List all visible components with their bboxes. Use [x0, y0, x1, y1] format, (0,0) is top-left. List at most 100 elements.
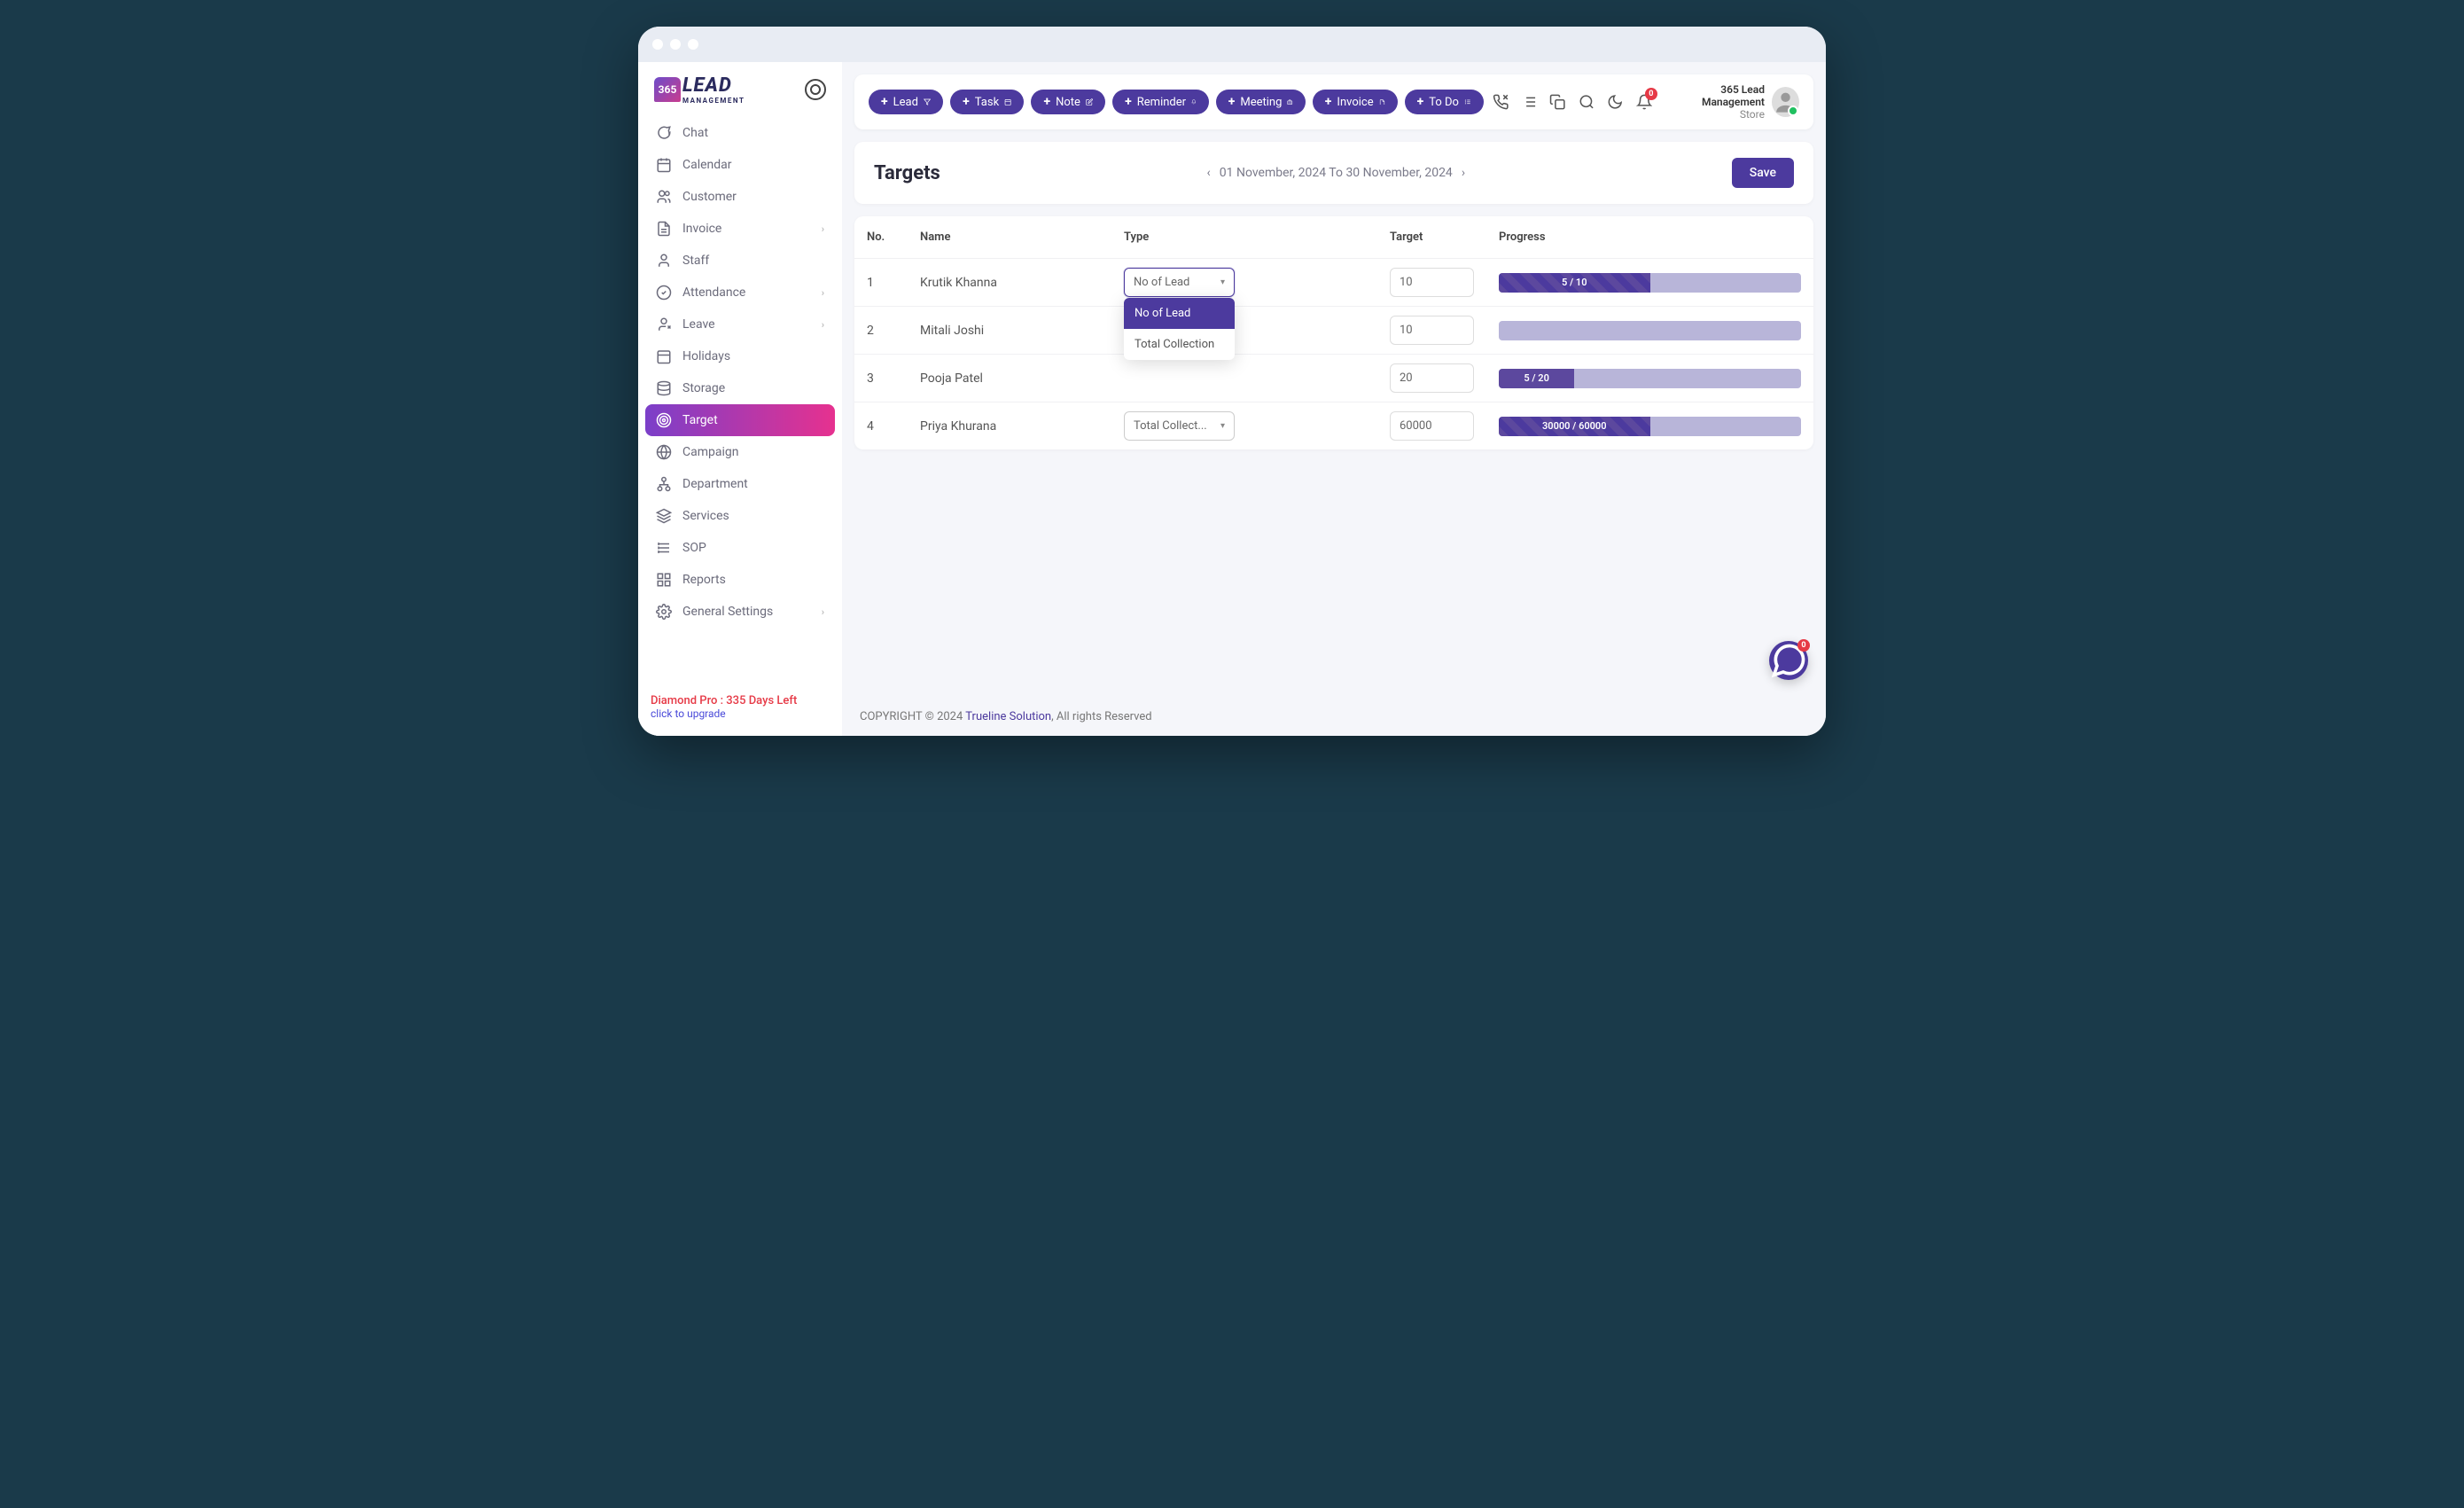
services-icon [656, 508, 672, 524]
target-input[interactable] [1390, 268, 1474, 297]
add-lead-button[interactable]: +Lead [869, 90, 943, 114]
customer-icon [656, 189, 672, 205]
date-range-text: 01 November, 2024 To 30 November, 2024 [1220, 166, 1453, 180]
chevron-right-icon: › [822, 223, 824, 235]
footer-link[interactable]: Trueline Solution [965, 710, 1051, 723]
cell-type [1111, 355, 1377, 402]
save-button[interactable]: Save [1732, 158, 1794, 188]
sidebar-item-label: Target [682, 413, 718, 427]
table-row: 3 Pooja Patel 5 / 20 [854, 355, 1813, 402]
sidebar-item-label: SOP [682, 541, 706, 555]
type-select[interactable]: No of Lead▾ [1124, 268, 1235, 297]
sidebar-item-leave[interactable]: Leave› [645, 309, 835, 340]
plus-icon: + [963, 95, 970, 109]
progress-fill: 30000 / 60000 [1499, 417, 1650, 436]
storage-icon [656, 380, 672, 396]
add-invoice-button[interactable]: + Invoice [1313, 90, 1398, 114]
progress-label: 30000 / 60000 [1542, 420, 1607, 432]
sidebar-item-calendar[interactable]: Calendar [645, 149, 835, 181]
cell-name: Priya Khurana [908, 402, 1111, 450]
sidebar-item-reports[interactable]: Reports [645, 564, 835, 596]
sidebar-item-department[interactable]: Department [645, 468, 835, 500]
progress-bar: 5 / 10 [1499, 273, 1801, 293]
cell-no: 3 [854, 355, 908, 402]
pill-label: Meeting [1240, 96, 1282, 109]
plus-icon: + [1325, 95, 1332, 109]
type-select[interactable]: Total Collect...▾ [1124, 411, 1235, 441]
cell-progress [1486, 307, 1813, 355]
sidebar-item-sop[interactable]: SOP [645, 532, 835, 564]
sidebar-item-label: Calendar [682, 158, 732, 172]
target-input[interactable] [1390, 411, 1474, 441]
chevron-right-icon: › [822, 606, 824, 618]
target-input[interactable] [1390, 363, 1474, 393]
sidebar-collapse-button[interactable] [805, 79, 826, 100]
date-next-icon[interactable]: › [1462, 166, 1465, 180]
chat-fab[interactable]: 0 [1769, 641, 1808, 680]
table-row: 2 Mitali Joshi [854, 307, 1813, 355]
progress-label: 5 / 20 [1524, 372, 1549, 384]
list-icon[interactable] [1521, 93, 1537, 111]
sidebar-item-label: General Settings [682, 605, 773, 619]
cell-type: No of Lead▾ No of Lead Total Collection [1111, 259, 1377, 307]
progress-fill: 5 / 20 [1499, 369, 1574, 388]
sidebar-item-staff[interactable]: Staff [645, 245, 835, 277]
checklist-icon [1464, 98, 1471, 105]
sidebar-item-holidays[interactable]: Holidays [645, 340, 835, 372]
dropdown-option[interactable]: No of Lead [1124, 298, 1235, 329]
sidebar-item-label: Chat [682, 126, 708, 140]
sidebar-item-services[interactable]: Services [645, 500, 835, 532]
copy-icon[interactable] [1549, 93, 1565, 111]
target-icon [656, 412, 672, 428]
reports-icon [656, 572, 672, 588]
campaign-icon [656, 444, 672, 460]
pill-label: Invoice [1337, 96, 1373, 109]
sidebar-item-attendance[interactable]: Attendance› [645, 277, 835, 309]
cell-target [1377, 307, 1486, 355]
leave-icon [656, 316, 672, 332]
plus-icon: + [881, 95, 888, 109]
targets-table: No. Name Type Target Progress 1 Krutik K… [854, 216, 1813, 449]
add-note-button[interactable]: +Note [1031, 90, 1105, 114]
sidebar-item-storage[interactable]: Storage [645, 372, 835, 404]
sidebar-item-customer[interactable]: Customer [645, 181, 835, 213]
dark-mode-icon[interactable] [1607, 93, 1623, 111]
dropdown-option[interactable]: Total Collection [1124, 329, 1235, 360]
user-role: Store [1665, 108, 1765, 121]
sidebar-item-label: Services [682, 509, 729, 523]
user-name: 365 Lead Management [1665, 83, 1765, 108]
logo: 365 LEAD MANAGEMENT [654, 74, 745, 105]
avatar[interactable] [1772, 87, 1799, 117]
window-dot [670, 39, 681, 50]
add-to-do-button[interactable]: +To Do [1405, 90, 1484, 114]
department-icon [656, 476, 672, 492]
missed-call-icon[interactable] [1493, 93, 1509, 111]
sidebar-item-general-settings[interactable]: General Settings › [645, 596, 835, 628]
target-input[interactable] [1390, 316, 1474, 345]
window-dot [688, 39, 698, 50]
upgrade-link[interactable]: click to upgrade [651, 707, 830, 720]
date-prev-icon[interactable]: ‹ [1207, 166, 1211, 180]
type-dropdown: No of Lead Total Collection [1124, 298, 1235, 360]
date-range-picker[interactable]: ‹ 01 November, 2024 To 30 November, 2024… [1207, 166, 1466, 180]
calendar-icon [656, 157, 672, 173]
progress-label: 5 / 10 [1562, 277, 1587, 288]
notifications-icon[interactable]: 0 [1636, 93, 1652, 111]
cell-no: 4 [854, 402, 908, 450]
cell-name: Mitali Joshi [908, 307, 1111, 355]
add-reminder-button[interactable]: +Reminder [1112, 90, 1209, 114]
content: Targets ‹ 01 November, 2024 To 30 Novemb… [842, 129, 1826, 698]
sidebar-item-campaign[interactable]: Campaign [645, 436, 835, 468]
main-area: +Lead+Task+Note+Reminder+Meeting+Invoice… [842, 62, 1826, 736]
add-task-button[interactable]: +Task [950, 90, 1024, 114]
chevron-down-icon: ▾ [1220, 277, 1225, 287]
plus-icon: + [1125, 95, 1132, 109]
plus-icon: + [1417, 95, 1424, 109]
sidebar-item-chat[interactable]: Chat [645, 117, 835, 149]
sidebar-item-invoice[interactable]: Invoice› [645, 213, 835, 245]
sidebar-item-target[interactable]: Target [645, 404, 835, 436]
search-icon[interactable] [1579, 93, 1595, 111]
progress-bar [1499, 321, 1801, 340]
user-block[interactable]: 365 Lead Management Store [1665, 83, 1799, 121]
add-meeting-button[interactable]: +Meeting [1216, 90, 1306, 114]
